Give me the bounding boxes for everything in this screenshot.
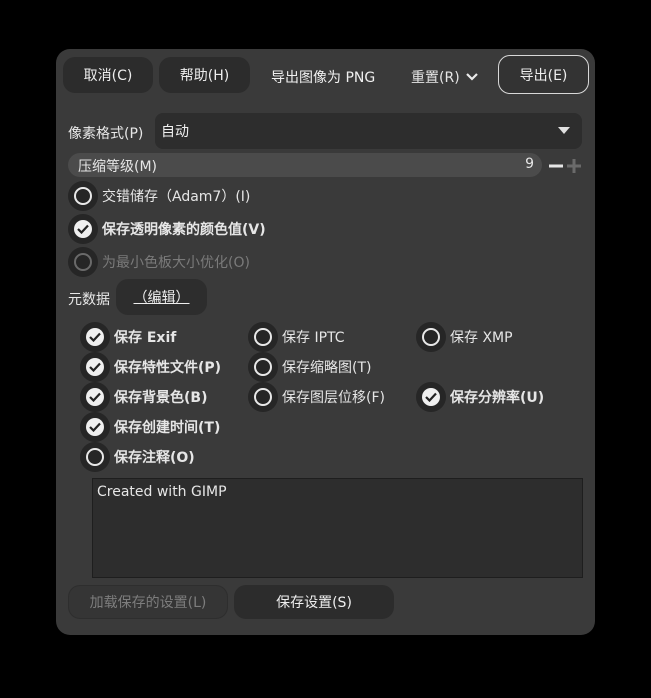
metadata-edit-button[interactable]: （编辑）: [116, 279, 207, 315]
optimize-palette-checkbox: 为最小色板大小优化(O): [68, 247, 250, 277]
save-defaults-button[interactable]: 保存设置(S): [234, 585, 394, 619]
load-defaults-button: 加载保存的设置(L): [68, 585, 228, 619]
decrease-icon[interactable]: [549, 159, 563, 173]
save-comment-label: 保存注释(O): [114, 450, 195, 466]
cancel-button[interactable]: 取消(C): [63, 57, 153, 93]
checkbox-icon: [68, 181, 98, 211]
chevron-down-icon: [465, 73, 478, 81]
dropdown-arrow-icon: [558, 127, 570, 134]
pixel-format-select[interactable]: 自动: [155, 113, 582, 149]
save-creation-time-checkbox[interactable]: 保存创建时间(T): [80, 412, 220, 442]
comment-textarea[interactable]: Created with GIMP: [92, 478, 583, 578]
interlace-label: 交错储存（Adam7）(I): [102, 189, 251, 205]
checkmark-icon: [80, 382, 110, 412]
reset-label: 重置(R): [411, 70, 460, 86]
save-xmp-checkbox[interactable]: 保存 XMP: [416, 322, 513, 352]
save-xmp-label: 保存 XMP: [450, 330, 513, 346]
save-iptc-label: 保存 IPTC: [282, 330, 345, 346]
checkbox-icon: [80, 442, 110, 472]
save-exif-checkbox[interactable]: 保存 Exif: [80, 322, 176, 352]
save-thumbnail-checkbox[interactable]: 保存缩略图(T): [248, 352, 371, 382]
save-resolution-label: 保存分辨率(U): [450, 390, 545, 406]
save-color-profile-label: 保存特性文件(P): [114, 360, 222, 376]
save-transparent-color-checkbox[interactable]: 保存透明像素的颜色值(V): [68, 214, 266, 244]
reset-menu-button[interactable]: 重置(R): [411, 67, 479, 87]
save-resolution-checkbox[interactable]: 保存分辨率(U): [416, 382, 544, 412]
compression-level-label: 压缩等级(M): [78, 159, 158, 175]
checkmark-icon: [80, 352, 110, 382]
export-png-dialog: 取消(C) 帮助(H) 导出图像为 PNG 重置(R) 导出(E) 像素格式(P…: [56, 49, 595, 635]
interlace-checkbox[interactable]: 交错储存（Adam7）(I): [68, 181, 250, 211]
save-exif-label: 保存 Exif: [114, 330, 177, 346]
pixel-format-value: 自动: [161, 124, 189, 140]
save-background-checkbox[interactable]: 保存背景色(B): [80, 382, 207, 412]
save-transparent-color-label: 保存透明像素的颜色值(V): [102, 222, 266, 238]
optimize-palette-label: 为最小色板大小优化(O): [102, 255, 250, 271]
dialog-title: 导出图像为 PNG: [271, 70, 376, 86]
save-background-label: 保存背景色(B): [114, 390, 208, 406]
checkbox-icon: [248, 382, 278, 412]
checkmark-icon: [68, 214, 98, 244]
export-button[interactable]: 导出(E): [498, 55, 589, 94]
checkmark-icon: [80, 412, 110, 442]
checkbox-icon: [248, 322, 278, 352]
help-button[interactable]: 帮助(H): [159, 57, 250, 93]
save-thumbnail-label: 保存缩略图(T): [282, 360, 372, 376]
metadata-label: 元数据: [68, 292, 110, 308]
save-iptc-checkbox[interactable]: 保存 IPTC: [248, 322, 345, 352]
checkbox-icon: [416, 322, 446, 352]
pixel-format-label: 像素格式(P): [68, 126, 144, 142]
compression-level-value: 9: [525, 156, 534, 172]
save-color-profile-checkbox[interactable]: 保存特性文件(P): [80, 352, 221, 382]
save-layer-offset-label: 保存图层位移(F): [282, 390, 385, 406]
save-comment-checkbox[interactable]: 保存注释(O): [80, 442, 195, 472]
save-creation-time-label: 保存创建时间(T): [114, 420, 221, 436]
checkmark-icon: [80, 322, 110, 352]
save-layer-offset-checkbox[interactable]: 保存图层位移(F): [248, 382, 385, 412]
increase-icon[interactable]: [567, 159, 581, 173]
checkbox-icon: [248, 352, 278, 382]
compression-level-slider[interactable]: 压缩等级(M) 9: [68, 153, 542, 177]
checkmark-icon: [416, 382, 446, 412]
checkbox-icon: [68, 247, 98, 277]
